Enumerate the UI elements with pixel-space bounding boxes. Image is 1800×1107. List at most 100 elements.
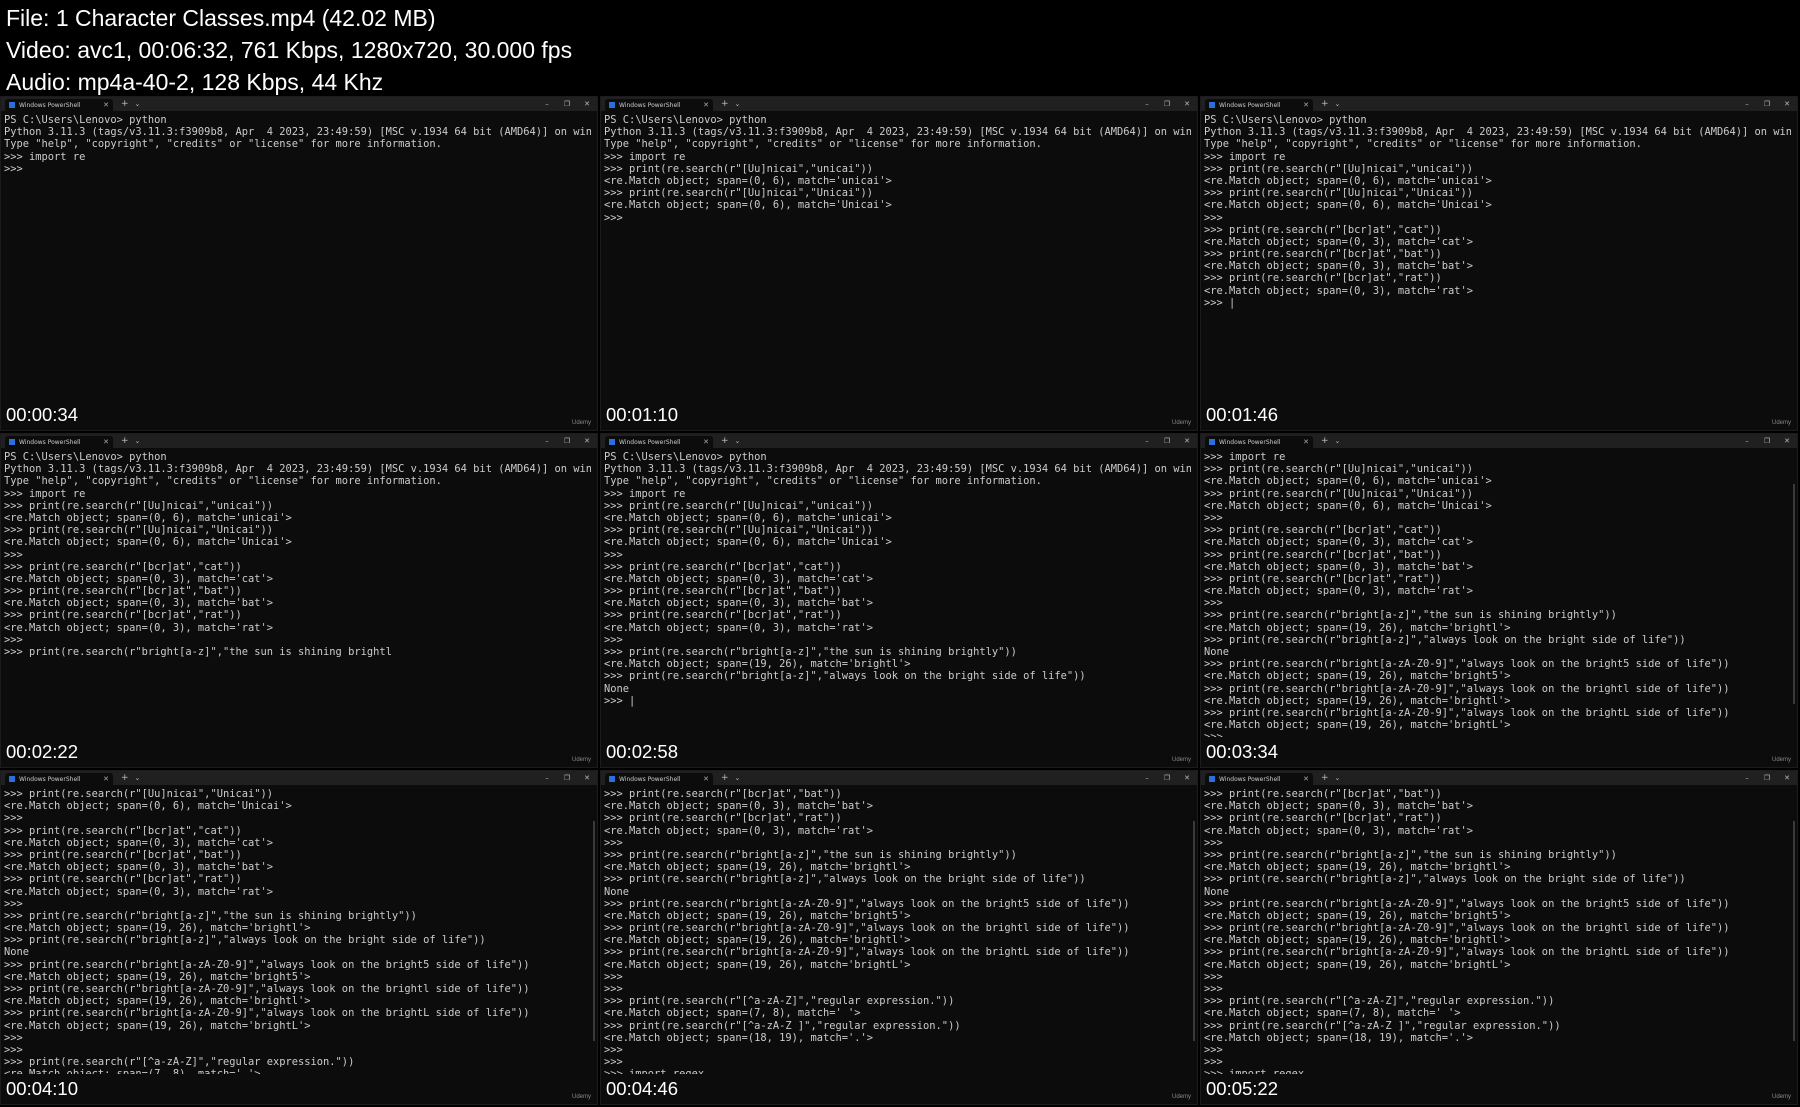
- terminal-output[interactable]: >>> print(re.search(r"[Uu]nicai","Unicai…: [4, 788, 591, 1074]
- chevron-down-icon[interactable]: ⌄: [735, 437, 741, 445]
- tab-windows-powershell[interactable]: Windows PowerShell ✕: [605, 99, 713, 111]
- new-tab-icon[interactable]: +: [121, 99, 129, 109]
- tab-windows-powershell[interactable]: Windows PowerShell ✕: [1205, 773, 1313, 785]
- tab-close-icon[interactable]: ✕: [1303, 775, 1309, 783]
- close-icon[interactable]: ✕: [577, 437, 597, 445]
- tab-close-icon[interactable]: ✕: [103, 775, 109, 783]
- tab-windows-powershell[interactable]: Windows PowerShell ✕: [5, 773, 113, 785]
- tab-close-icon[interactable]: ✕: [1303, 438, 1309, 446]
- close-icon[interactable]: ✕: [577, 100, 597, 108]
- terminal-titlebar: Windows PowerShell ✕ + ⌄ – ❐ ✕: [1, 97, 597, 111]
- maximize-icon[interactable]: ❐: [557, 774, 577, 782]
- terminal-output[interactable]: >>> print(re.search(r"[bcr]at","bat")) <r…: [604, 788, 1191, 1074]
- terminal-output[interactable]: PS C:\Users\Lenovo> python Python 3.11.3 …: [604, 114, 1191, 400]
- terminal-line: Python 3.11.3 (tags/v3.11.3:f3909b8, Apr…: [4, 463, 591, 476]
- tab-title: Windows PowerShell: [19, 438, 81, 446]
- maximize-icon[interactable]: ❐: [1157, 774, 1177, 782]
- timestamp: 00:01:46: [1206, 404, 1279, 425]
- terminal-line: >>> print(re.search(r"bright[a-z]","alwa…: [4, 934, 486, 947]
- scrollbar[interactable]: [1793, 821, 1795, 1041]
- terminal-line: <re.Match object; span=(19, 26), match='…: [1204, 621, 1511, 634]
- scrollbar[interactable]: [1793, 484, 1795, 704]
- minimize-icon[interactable]: –: [1137, 437, 1157, 445]
- powershell-icon: [1209, 102, 1215, 108]
- maximize-icon[interactable]: ❐: [1757, 100, 1777, 108]
- chevron-down-icon[interactable]: ⌄: [735, 100, 741, 108]
- terminal-output[interactable]: >>> import re >>> print(re.search(r"[Uu]n…: [1204, 451, 1791, 737]
- minimize-icon[interactable]: –: [537, 437, 557, 445]
- maximize-icon[interactable]: ❐: [557, 100, 577, 108]
- terminal-output[interactable]: PS C:\Users\Lenovo> python Python 3.11.3 …: [604, 451, 1191, 737]
- chevron-down-icon[interactable]: ⌄: [1335, 774, 1341, 782]
- chevron-down-icon[interactable]: ⌄: [135, 100, 141, 108]
- close-icon[interactable]: ✕: [577, 774, 597, 782]
- terminal-output[interactable]: >>> print(re.search(r"[bcr]at","bat")) <r…: [1204, 788, 1791, 1074]
- new-tab-icon[interactable]: +: [1321, 436, 1329, 446]
- tab-close-icon[interactable]: ✕: [103, 101, 109, 109]
- minimize-icon[interactable]: –: [1737, 437, 1757, 445]
- minimize-icon[interactable]: –: [537, 774, 557, 782]
- terminal-line: >>> print(re.search(r"bright[a-z]","the …: [1204, 848, 1617, 861]
- tab-windows-powershell[interactable]: Windows PowerShell ✕: [1205, 436, 1313, 448]
- maximize-icon[interactable]: ❐: [1157, 437, 1177, 445]
- terminal-line: >>> print(re.search(r"[Uu]nicai","unicai…: [604, 499, 873, 512]
- maximize-icon[interactable]: ❐: [1157, 100, 1177, 108]
- chevron-down-icon[interactable]: ⌄: [135, 774, 141, 782]
- terminal-output[interactable]: PS C:\Users\Lenovo> python Python 3.11.3 …: [4, 114, 591, 400]
- tab-close-icon[interactable]: ✕: [703, 438, 709, 446]
- minimize-icon[interactable]: –: [1737, 100, 1757, 108]
- tab-windows-powershell[interactable]: Windows PowerShell ✕: [1205, 99, 1313, 111]
- chevron-down-icon[interactable]: ⌄: [135, 437, 141, 445]
- close-icon[interactable]: ✕: [1177, 437, 1197, 445]
- new-tab-icon[interactable]: +: [1321, 99, 1329, 109]
- terminal-line: >>> print(re.search(r"[Uu]nicai","unicai…: [604, 162, 873, 175]
- maximize-icon[interactable]: ❐: [1757, 437, 1777, 445]
- maximize-icon[interactable]: ❐: [1757, 774, 1777, 782]
- new-tab-icon[interactable]: +: [721, 436, 729, 446]
- minimize-icon[interactable]: –: [1137, 100, 1157, 108]
- close-icon[interactable]: ✕: [1777, 437, 1797, 445]
- tab-close-icon[interactable]: ✕: [703, 101, 709, 109]
- tab-close-icon[interactable]: ✕: [1303, 101, 1309, 109]
- terminal-line: >>> print(re.search(r"[bcr]at","rat")): [1204, 812, 1442, 825]
- minimize-icon[interactable]: –: [1737, 774, 1757, 782]
- scrollbar[interactable]: [593, 821, 595, 1041]
- tab-close-icon[interactable]: ✕: [703, 775, 709, 783]
- terminal-line: >>> print(re.search(r"[bcr]at","bat")): [4, 585, 242, 598]
- close-icon[interactable]: ✕: [1777, 774, 1797, 782]
- close-icon[interactable]: ✕: [1177, 774, 1197, 782]
- terminal-line: >>>: [1204, 597, 1223, 610]
- terminal-line: <re.Match object; span=(0, 3), match='ca…: [4, 572, 273, 585]
- scrollbar[interactable]: [1193, 821, 1195, 1041]
- close-icon[interactable]: ✕: [1777, 100, 1797, 108]
- terminal-line: <re.Match object; span=(0, 3), match='ra…: [1204, 824, 1473, 837]
- new-tab-icon[interactable]: +: [1321, 773, 1329, 783]
- tab-close-icon[interactable]: ✕: [103, 438, 109, 446]
- chevron-down-icon[interactable]: ⌄: [1335, 437, 1341, 445]
- new-tab-icon[interactable]: +: [121, 436, 129, 446]
- terminal-line: <re.Match object; span=(0, 3), match='ba…: [4, 861, 273, 874]
- terminal-output[interactable]: PS C:\Users\Lenovo> python Python 3.11.3 …: [4, 451, 591, 737]
- terminal-line: <re.Match object; span=(19, 26), match='…: [1204, 934, 1511, 947]
- terminal-line: >>> import re: [4, 487, 86, 500]
- minimize-icon[interactable]: –: [537, 100, 557, 108]
- tab-windows-powershell[interactable]: Windows PowerShell ✕: [5, 436, 113, 448]
- chevron-down-icon[interactable]: ⌄: [1335, 100, 1341, 108]
- new-tab-icon[interactable]: +: [721, 99, 729, 109]
- terminal-output[interactable]: PS C:\Users\Lenovo> python Python 3.11.3 …: [1204, 114, 1791, 400]
- maximize-icon[interactable]: ❐: [557, 437, 577, 445]
- new-tab-icon[interactable]: +: [121, 773, 129, 783]
- terminal-line: PS C:\Users\Lenovo> python: [604, 451, 767, 463]
- tab-windows-powershell[interactable]: Windows PowerShell ✕: [5, 99, 113, 111]
- terminal-line: >>> print(re.search(r"bright[a-z]","the …: [1204, 609, 1617, 622]
- chevron-down-icon[interactable]: ⌄: [735, 774, 741, 782]
- terminal-line: Python 3.11.3 (tags/v3.11.3:f3909b8, Apr…: [4, 126, 591, 139]
- tab-windows-powershell[interactable]: Windows PowerShell ✕: [605, 436, 713, 448]
- minimize-icon[interactable]: –: [1137, 774, 1157, 782]
- new-tab-icon[interactable]: +: [721, 773, 729, 783]
- terminal-line: Type "help", "copyright", "credits" or "…: [604, 138, 1042, 151]
- udemy-watermark: Udemy: [1171, 1094, 1191, 1100]
- close-icon[interactable]: ✕: [1177, 100, 1197, 108]
- terminal-line: >>> |: [604, 694, 636, 707]
- tab-windows-powershell[interactable]: Windows PowerShell ✕: [605, 773, 713, 785]
